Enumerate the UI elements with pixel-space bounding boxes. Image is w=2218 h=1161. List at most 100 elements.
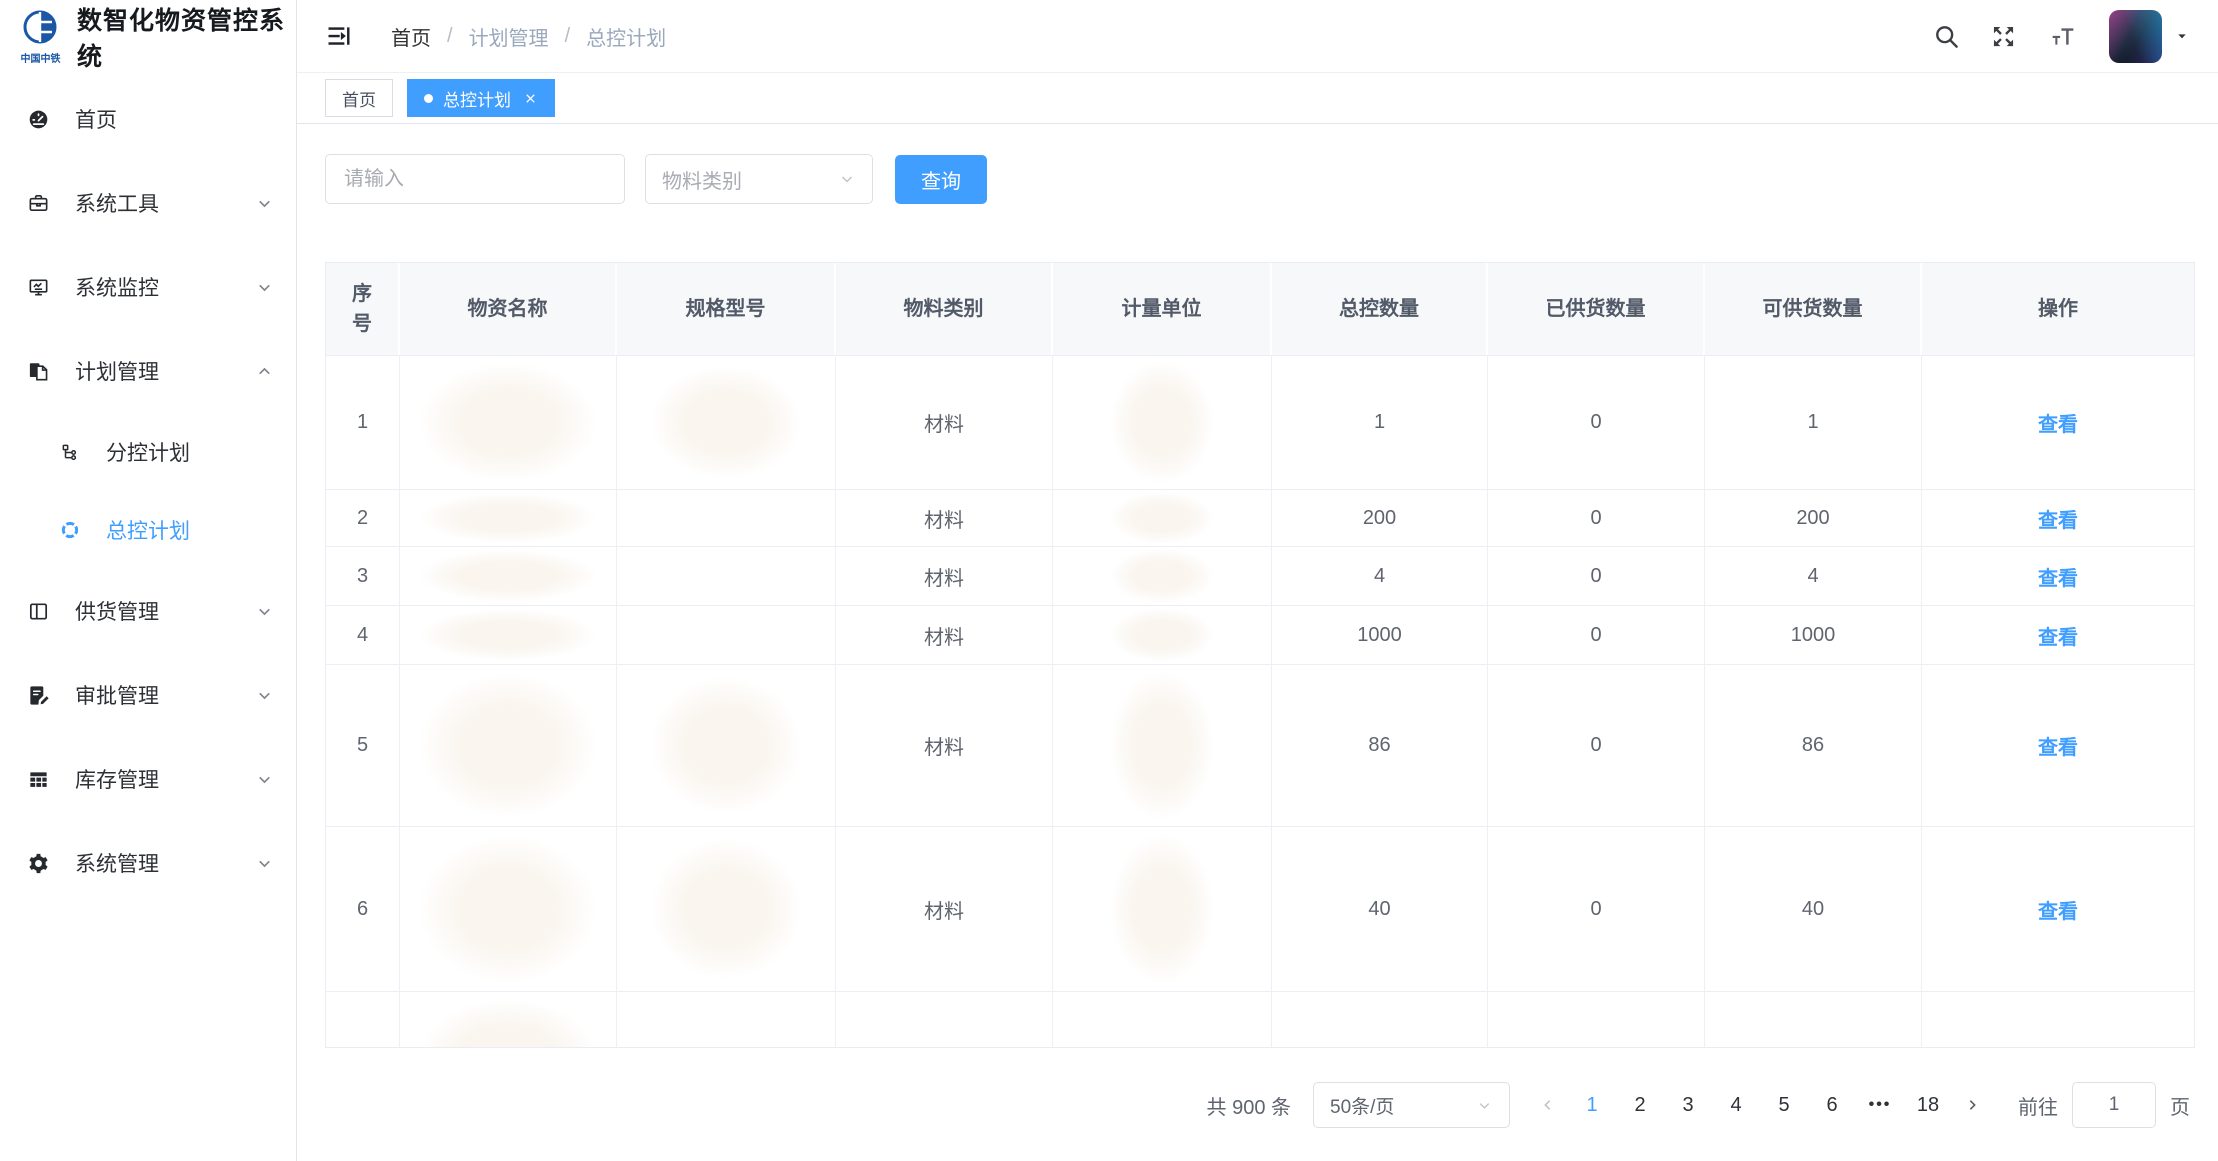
- redacted-content: [419, 493, 596, 543]
- redacted-content: [1110, 671, 1215, 819]
- redacted-content: [419, 609, 596, 661]
- cell-spec-model: [617, 827, 836, 991]
- avatar[interactable]: [2109, 10, 2162, 63]
- sidebar-item-库存管理[interactable]: 库存管理: [0, 737, 296, 821]
- dashboard-icon: [27, 108, 50, 131]
- tab-首页[interactable]: 首页: [325, 79, 393, 117]
- cell-actions: 查看: [1922, 356, 2194, 489]
- redacted-content: [1110, 608, 1215, 661]
- cell-supplied-qty-value: 0: [1590, 507, 1601, 530]
- column-header-序号: 序号: [326, 263, 400, 355]
- view-link[interactable]: 查看: [2038, 895, 2078, 924]
- cell-total-qty: 40: [1272, 827, 1488, 991]
- app-logo: 中国中铁 数智化物资管控系统: [0, 0, 296, 73]
- sidebar-item-系统工具[interactable]: 系统工具: [0, 161, 296, 245]
- view-link[interactable]: 查看: [2038, 504, 2078, 533]
- cell-supplied-qty: [1488, 992, 1705, 1048]
- cell-material-name: [400, 827, 617, 991]
- goto-page-input[interactable]: [2072, 1082, 2156, 1128]
- sidebar-item-label: 总控计划: [106, 515, 190, 545]
- sidebar-item-总控计划[interactable]: 总控计划: [0, 491, 296, 569]
- view-link[interactable]: 查看: [2038, 408, 2078, 437]
- keyword-input[interactable]: [325, 154, 625, 204]
- cell-available-qty: [1705, 992, 1922, 1048]
- cell-total-qty-value: 1: [1374, 411, 1385, 434]
- briefcase-icon: [27, 192, 50, 215]
- cell-material-name: [400, 665, 617, 826]
- page-number-list: 123456•••18: [1568, 1082, 1952, 1128]
- chevron-down-icon: [255, 686, 274, 705]
- view-link[interactable]: 查看: [2038, 731, 2078, 760]
- prev-page-button[interactable]: [1528, 1082, 1568, 1128]
- page-number-18[interactable]: 18: [1904, 1082, 1952, 1128]
- row-index: 1: [326, 356, 400, 489]
- cell-available-qty: 40: [1705, 827, 1922, 991]
- cell-total-qty: [1272, 992, 1488, 1048]
- column-header-计量单位: 计量单位: [1053, 263, 1272, 355]
- filter-bar: 物料类别 查询: [325, 154, 2190, 204]
- tab-label: 首页: [342, 86, 376, 111]
- cell-material-name: [400, 606, 617, 664]
- cell-unit: [1053, 490, 1272, 546]
- search-icon[interactable]: [1933, 23, 1960, 50]
- segmented-circle-icon: [60, 520, 80, 540]
- sidebar-item-系统管理[interactable]: 系统管理: [0, 821, 296, 905]
- redacted-content: [650, 677, 803, 814]
- page-number-3[interactable]: 3: [1664, 1082, 1712, 1128]
- fullscreen-icon[interactable]: [1990, 23, 2017, 50]
- table-row: 4材料100001000查看: [326, 605, 2194, 664]
- cell-spec-model: [617, 547, 836, 605]
- cell-material-category-value: 材料: [924, 895, 964, 924]
- breadcrumb-separator: /: [565, 25, 571, 48]
- font-size-icon[interactable]: [2047, 23, 2079, 50]
- chevron-down-icon: [255, 602, 274, 621]
- app-title: 数智化物资管控系统: [77, 1, 296, 73]
- chevron-down-icon: [1476, 1097, 1493, 1114]
- sidebar-item-label: 审批管理: [75, 680, 159, 710]
- page-number-6[interactable]: 6: [1808, 1082, 1856, 1128]
- tab-总控计划[interactable]: 总控计划: [407, 79, 555, 117]
- page-number-2[interactable]: 2: [1616, 1082, 1664, 1128]
- column-header-已供货数量: 已供货数量: [1488, 263, 1705, 355]
- cell-supplied-qty: 0: [1488, 606, 1705, 664]
- view-link[interactable]: 查看: [2038, 621, 2078, 650]
- cell-total-qty-value: 40: [1368, 898, 1390, 921]
- sidebar-item-供货管理[interactable]: 供货管理: [0, 569, 296, 653]
- breadcrumb-item-首页[interactable]: 首页: [391, 22, 431, 51]
- sidebar-item-审批管理[interactable]: 审批管理: [0, 653, 296, 737]
- sidebar-item-系统监控[interactable]: 系统监控: [0, 245, 296, 329]
- view-link[interactable]: 查看: [2038, 562, 2078, 591]
- query-button[interactable]: 查询: [895, 155, 987, 204]
- sidebar-item-计划管理[interactable]: 计划管理: [0, 329, 296, 413]
- caret-down-icon[interactable]: [2174, 28, 2190, 44]
- cell-material-category: 材料: [836, 606, 1053, 664]
- next-page-button[interactable]: [1952, 1082, 1992, 1128]
- cell-material-category-value: 材料: [924, 621, 964, 650]
- cell-material-category: [836, 992, 1053, 1048]
- sidebar-item-分控计划[interactable]: 分控计划: [0, 413, 296, 491]
- table-row: 1材料101查看: [326, 355, 2194, 489]
- sidebar-item-label: 分控计划: [106, 437, 190, 467]
- close-icon[interactable]: [523, 91, 538, 106]
- cell-available-qty-value: 1000: [1791, 624, 1836, 647]
- category-select-value: 物料类别: [662, 165, 742, 194]
- cell-supplied-qty: 0: [1488, 827, 1705, 991]
- gear-icon: [27, 852, 50, 875]
- cell-spec-model: [617, 356, 836, 489]
- category-select[interactable]: 物料类别: [645, 154, 873, 204]
- sidebar-item-label: 系统管理: [75, 848, 159, 878]
- page-number-4[interactable]: 4: [1712, 1082, 1760, 1128]
- redacted-content: [419, 550, 596, 602]
- cell-unit: [1053, 992, 1272, 1048]
- page-size-select[interactable]: 50条/页: [1313, 1082, 1510, 1128]
- cell-total-qty-value: 200: [1363, 507, 1396, 530]
- page-number-5[interactable]: 5: [1760, 1082, 1808, 1128]
- menu-fold-icon[interactable]: [325, 22, 353, 50]
- goto-label: 前往: [2018, 1091, 2058, 1120]
- sidebar-item-首页[interactable]: 首页: [0, 77, 296, 161]
- tabs-bar: 首页 总控计划: [297, 73, 2218, 124]
- breadcrumb: 首页/计划管理/总控计划: [391, 22, 666, 51]
- page-number-1[interactable]: 1: [1568, 1082, 1616, 1128]
- cell-actions: 查看: [1922, 490, 2194, 546]
- pager-more[interactable]: •••: [1856, 1082, 1904, 1128]
